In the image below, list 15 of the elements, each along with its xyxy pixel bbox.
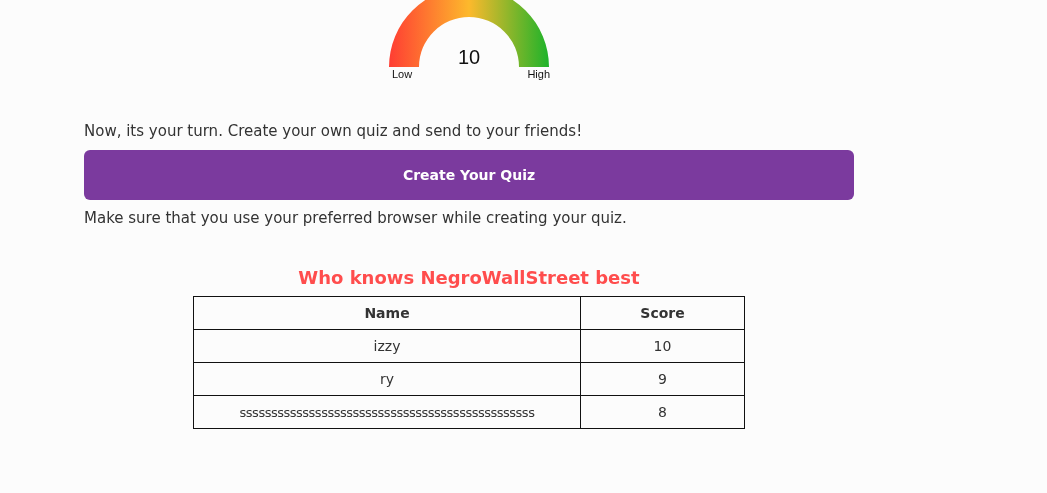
table-cell: 9 bbox=[580, 362, 745, 396]
table-cell: sssssssssssssssssssssssssssssssssssssssssssssss bbox=[193, 395, 581, 429]
note-text: Make sure that you use your preferred browser while creating your quiz. bbox=[84, 209, 628, 227]
table-cell: 8 bbox=[580, 395, 745, 429]
gauge-value: 10 bbox=[456, 46, 482, 69]
table-cell: 10 bbox=[580, 329, 745, 363]
leaderboard-title: Who knows NegroWallStreet best bbox=[297, 267, 641, 288]
high-label: High bbox=[527, 68, 550, 80]
low-label: Low bbox=[392, 68, 413, 80]
table-cell: ry bbox=[193, 362, 581, 396]
column-header: Name bbox=[193, 296, 581, 330]
column-header: Score bbox=[580, 296, 745, 330]
table-cell: izzy bbox=[193, 329, 581, 363]
prompt-text: Now, its your turn. Create your own quiz and send to your friends! bbox=[84, 122, 584, 140]
create-quiz-button[interactable]: Create Your Quiz bbox=[84, 150, 854, 200]
